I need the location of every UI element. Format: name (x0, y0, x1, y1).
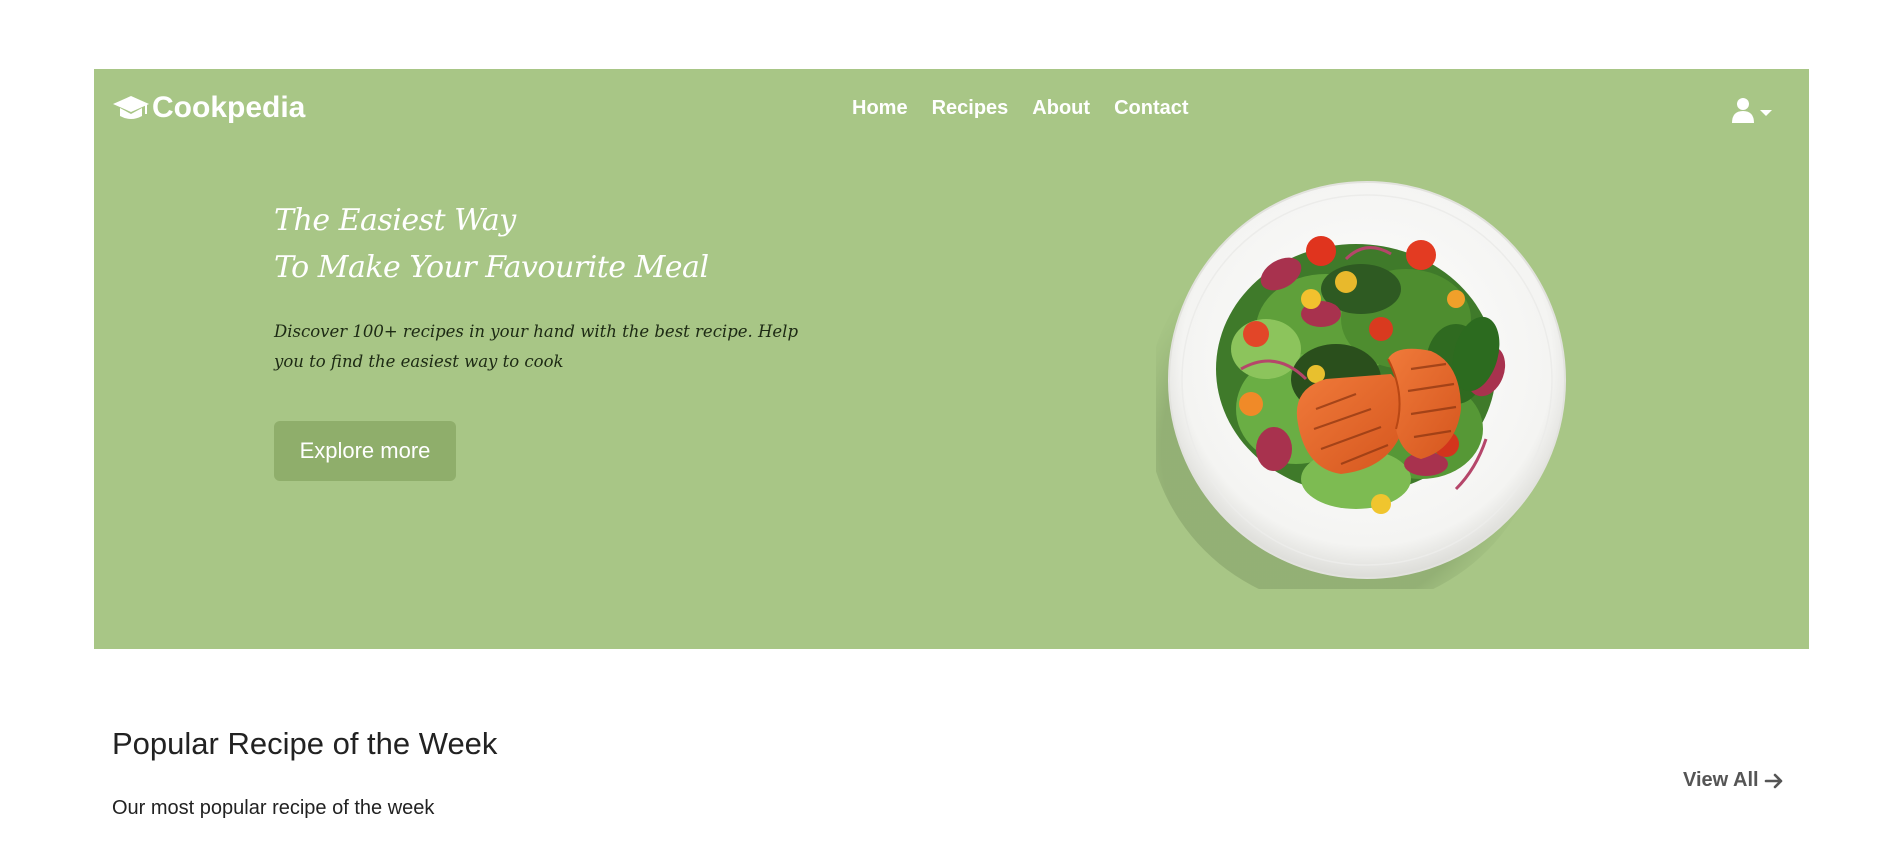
nav-links: Home Recipes About Contact (840, 97, 1201, 120)
nav-link-home[interactable]: Home (840, 97, 920, 120)
nav-link-about[interactable]: About (1020, 97, 1102, 120)
hero-description: Discover 100+ recipes in your hand with … (274, 322, 799, 371)
explore-more-button[interactable]: Explore more (274, 421, 456, 481)
hero-section: Cookpedia Home Recipes About Contact The (94, 69, 1809, 649)
view-all-label: View All (1683, 769, 1759, 791)
nav-link-contact[interactable]: Contact (1102, 97, 1200, 120)
hero-title-line-2: To Make Your Favourite Meal (274, 250, 709, 285)
view-all-link[interactable]: View All (1683, 769, 1784, 792)
popular-section-subtitle: Our most popular recipe of the week (112, 797, 435, 819)
user-icon (1731, 97, 1755, 123)
arrow-right-icon (1764, 772, 1784, 790)
hero-title: The Easiest Way To Make Your Favourite M… (274, 197, 709, 291)
graduation-cap-icon (112, 93, 150, 123)
user-menu-button[interactable] (1731, 97, 1773, 123)
caret-down-icon (1759, 105, 1773, 116)
navbar: Cookpedia Home Recipes About Contact (94, 69, 1809, 149)
hero-title-line-1: The Easiest Way (274, 203, 516, 238)
brand-name: Cookpedia (152, 91, 306, 124)
popular-section-title: Popular Recipe of the Week (112, 726, 498, 761)
brand-logo[interactable]: Cookpedia (112, 91, 305, 125)
salmon-salad-plate-image (1146, 179, 1566, 609)
nav-link-recipes[interactable]: Recipes (920, 97, 1021, 120)
